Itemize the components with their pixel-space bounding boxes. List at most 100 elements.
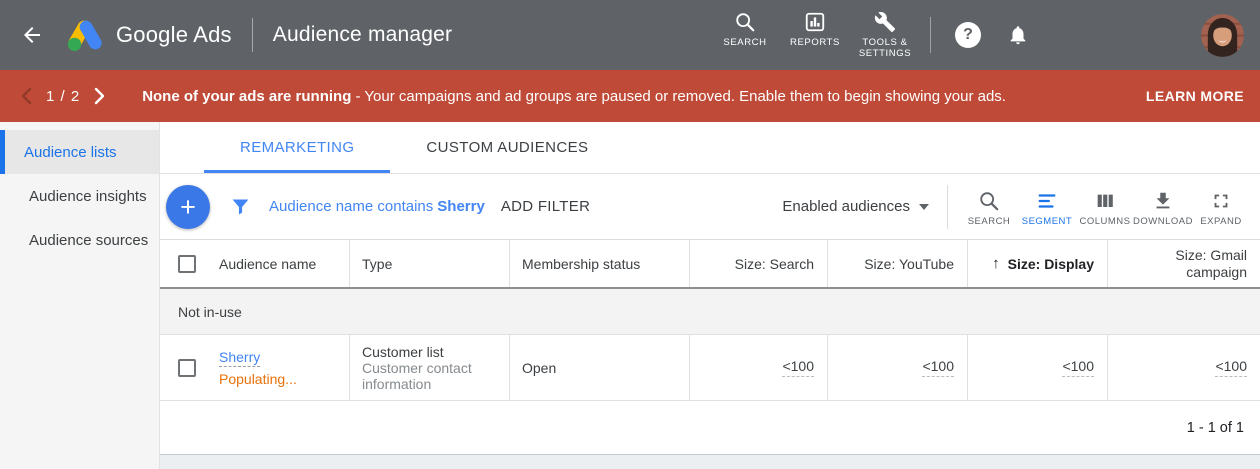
- back-button[interactable]: [18, 21, 46, 49]
- page-title: Audience manager: [273, 23, 453, 47]
- nav-tools-settings-button[interactable]: TOOLS & SETTINGS: [854, 11, 916, 59]
- tab-remarketing[interactable]: REMARKETING: [204, 122, 390, 173]
- table-row: Sherry Populating... Customer list Custo…: [160, 335, 1260, 401]
- header-audience-name: Audience name: [160, 240, 350, 287]
- nav-tools-settings-label: TOOLS & SETTINGS: [854, 37, 916, 59]
- segment-label: SEGMENT: [1022, 216, 1072, 227]
- cell-membership-status: Open: [510, 335, 690, 400]
- product-name: Google Ads: [116, 22, 232, 48]
- active-filter-chip[interactable]: Audience name containsSherry: [269, 198, 485, 215]
- title-divider: [252, 18, 253, 52]
- cell-size-search: <100: [690, 335, 828, 400]
- size-search-value: <100: [782, 358, 814, 377]
- size-gmail-value: <100: [1215, 358, 1247, 377]
- table-search-label: SEARCH: [968, 216, 1011, 227]
- audience-name-link[interactable]: Sherry: [219, 349, 260, 367]
- expand-label: EXPAND: [1200, 216, 1241, 227]
- chevron-right-icon: [94, 87, 106, 105]
- chevron-down-icon: [919, 204, 929, 210]
- chevron-left-icon: [20, 87, 32, 105]
- toolbar: + Audience name containsSherry ADD FILTE…: [160, 174, 1260, 240]
- nav-reports-label: REPORTS: [790, 37, 840, 48]
- header-size-display-label: Size: Display: [1008, 256, 1094, 272]
- topbar-divider: [930, 17, 931, 53]
- google-ads-app: Google Ads Audience manager SEARCH REPOR…: [0, 0, 1260, 469]
- header-audience-name-label[interactable]: Audience name: [219, 256, 316, 272]
- help-icon: ?: [963, 26, 973, 44]
- filter-funnel-icon: [230, 196, 251, 217]
- table-search-button[interactable]: SEARCH: [960, 186, 1018, 227]
- banner-pagination: 1 / 2: [46, 88, 80, 105]
- table-header-row: Audience name Type Membership status Siz…: [160, 240, 1260, 289]
- alert-banner: 1 / 2 None of your ads are running - You…: [0, 70, 1260, 122]
- audience-name-block: Sherry Populating...: [219, 349, 297, 387]
- segment-button[interactable]: SEGMENT: [1018, 186, 1076, 227]
- audience-view-dropdown[interactable]: Enabled audiences: [782, 198, 929, 215]
- type-detail-label: Customer contact information: [362, 360, 495, 392]
- cell-size-youtube: <100: [828, 335, 968, 400]
- group-row-not-in-use: Not in-use: [160, 289, 1260, 335]
- audience-populating-status: Populating...: [219, 371, 297, 387]
- cell-type: Customer list Customer contact informati…: [350, 335, 510, 400]
- learn-more-button[interactable]: LEARN MORE: [1146, 88, 1244, 104]
- page-body: Audience lists Audience insights Audienc…: [0, 122, 1260, 469]
- download-icon: [1152, 190, 1174, 212]
- select-all-checkbox[interactable]: [178, 255, 196, 273]
- sidebar-item-audience-lists[interactable]: Audience lists: [0, 130, 159, 174]
- sort-ascending-icon: ↑: [992, 255, 1000, 272]
- tab-custom-audiences[interactable]: CUSTOM AUDIENCES: [390, 122, 624, 173]
- sidebar-item-audience-sources[interactable]: Audience sources: [0, 218, 159, 262]
- banner-next-button[interactable]: [90, 86, 110, 106]
- columns-icon: [1094, 190, 1116, 212]
- banner-message-rest: - Your campaigns and ad groups are pause…: [351, 88, 1006, 105]
- expand-button[interactable]: EXPAND: [1192, 186, 1250, 227]
- account-avatar[interactable]: [1201, 14, 1244, 57]
- filter-condition-text: Audience name contains: [269, 198, 433, 215]
- google-ads-logo-icon: [66, 18, 104, 52]
- nav-search-label: SEARCH: [723, 37, 766, 48]
- header-size-display[interactable]: ↑ Size: Display: [968, 240, 1108, 287]
- download-label: DOWNLOAD: [1133, 216, 1193, 227]
- help-button[interactable]: ?: [955, 22, 981, 48]
- header-size-youtube[interactable]: Size: YouTube: [828, 240, 968, 287]
- main-content: REMARKETING CUSTOM AUDIENCES + Audience …: [160, 122, 1260, 469]
- add-filter-button[interactable]: ADD FILTER: [501, 198, 590, 215]
- cell-size-display: <100: [968, 335, 1108, 400]
- size-youtube-value: <100: [922, 358, 954, 377]
- toolbar-divider: [947, 185, 948, 229]
- banner-previous-button[interactable]: [16, 86, 36, 106]
- search-icon: [734, 11, 756, 33]
- arrow-back-icon: [20, 23, 44, 47]
- header-membership-status[interactable]: Membership status: [510, 240, 690, 287]
- header-size-gmail[interactable]: Size: Gmail campaign: [1108, 240, 1260, 287]
- tab-bar: REMARKETING CUSTOM AUDIENCES: [160, 122, 1260, 174]
- content-background: [160, 455, 1260, 469]
- top-app-bar: Google Ads Audience manager SEARCH REPOR…: [0, 0, 1260, 70]
- banner-message-bold: None of your ads are running: [142, 88, 351, 105]
- segment-icon: [1036, 190, 1058, 212]
- download-button[interactable]: DOWNLOAD: [1134, 186, 1192, 227]
- sidebar: Audience lists Audience insights Audienc…: [0, 122, 160, 469]
- notifications-button[interactable]: [1007, 24, 1029, 46]
- wrench-icon: [874, 11, 896, 33]
- cell-audience-name: Sherry Populating...: [160, 335, 350, 400]
- nav-search-button[interactable]: SEARCH: [714, 11, 776, 48]
- cell-size-gmail: <100: [1108, 335, 1260, 400]
- size-display-value: <100: [1062, 358, 1094, 377]
- filter-value-text: Sherry: [437, 198, 485, 215]
- table-footer: 1 - 1 of 1: [160, 401, 1260, 455]
- bar-chart-icon: [804, 11, 826, 33]
- row-checkbox[interactable]: [178, 359, 196, 377]
- banner-message: None of your ads are running - Your camp…: [142, 87, 1006, 106]
- search-icon: [978, 190, 1000, 212]
- bell-icon: [1007, 24, 1029, 46]
- pagination-range: 1 - 1 of 1: [1187, 420, 1244, 436]
- add-audience-button[interactable]: +: [166, 185, 210, 229]
- top-nav: SEARCH REPORTS TOOLS & SETTINGS: [714, 11, 924, 59]
- header-type[interactable]: Type: [350, 240, 510, 287]
- sidebar-item-audience-insights[interactable]: Audience insights: [0, 174, 159, 218]
- expand-icon: [1210, 190, 1232, 212]
- nav-reports-button[interactable]: REPORTS: [784, 11, 846, 48]
- columns-button[interactable]: COLUMNS: [1076, 186, 1134, 227]
- header-size-search[interactable]: Size: Search: [690, 240, 828, 287]
